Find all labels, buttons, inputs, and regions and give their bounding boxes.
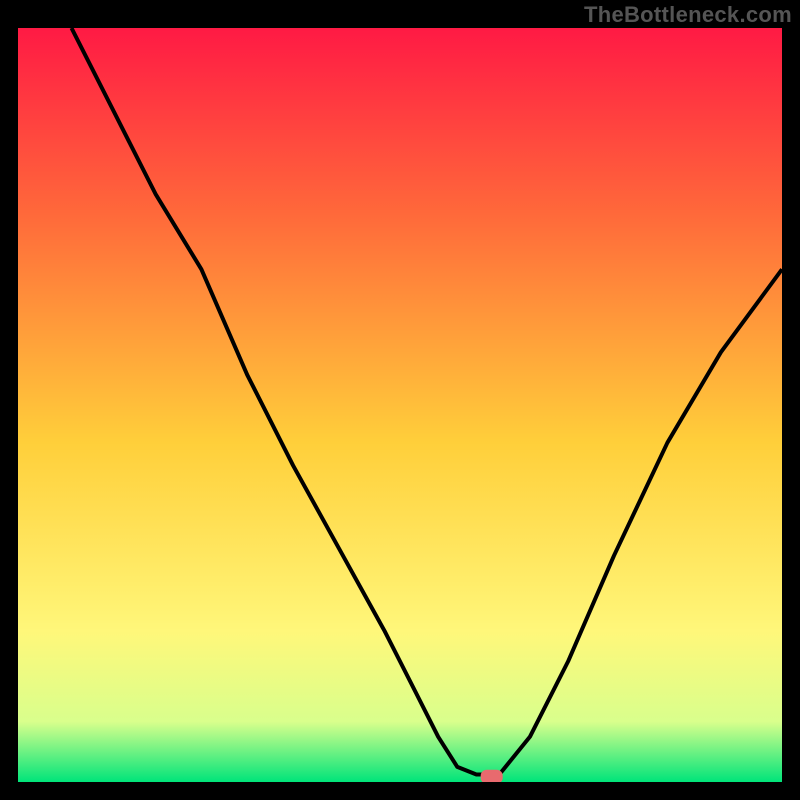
optimal-marker [481, 770, 503, 782]
plot-area [18, 28, 782, 782]
chart-frame: TheBottleneck.com [0, 0, 800, 800]
plot-svg [18, 28, 782, 782]
gradient-background [18, 28, 782, 782]
watermark-text: TheBottleneck.com [584, 2, 792, 28]
